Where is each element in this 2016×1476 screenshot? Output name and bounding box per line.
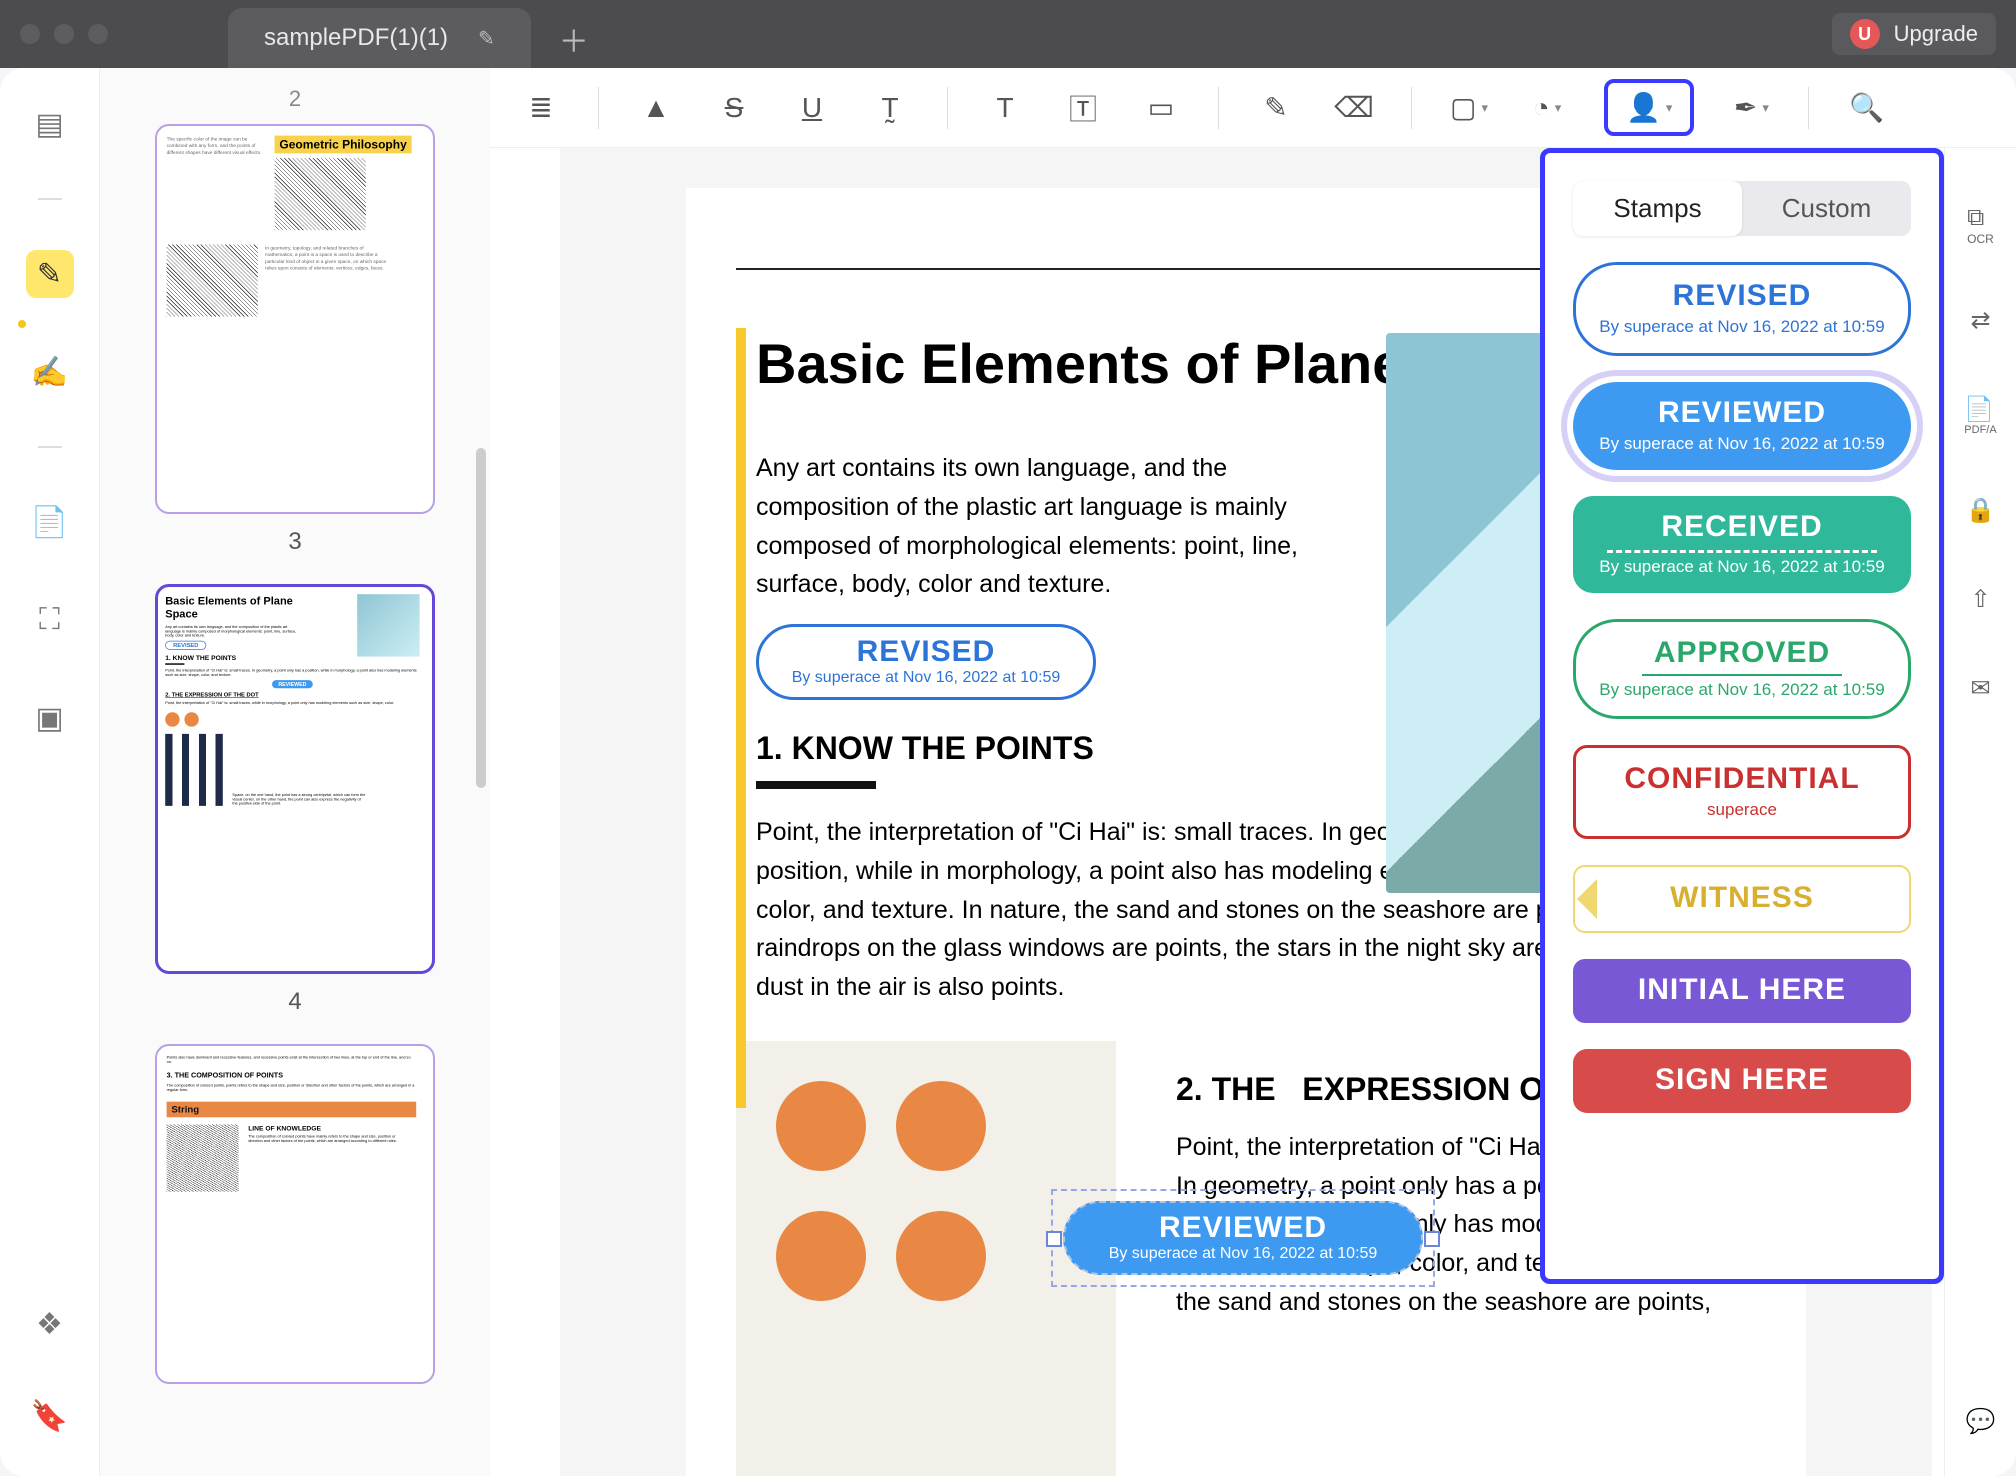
thumbnail-page-2[interactable]: The specific color of the image can be c… — [155, 124, 435, 514]
stamp-option-reviewed[interactable]: REVIEWED By superace at Nov 16, 2022 at … — [1573, 382, 1911, 470]
user-avatar: U — [1850, 19, 1880, 49]
right-sidebar: ⧉OCR ⇄ 📄PDF/A 🔒 ⇧ ✉ 💬 — [1944, 148, 2016, 1476]
shape-tool-icon[interactable]: ▢▾ — [1448, 87, 1490, 129]
ocr-icon[interactable]: ⧉OCR — [1967, 204, 1994, 246]
stamp-tool-button[interactable]: 👤▾ — [1604, 79, 1694, 136]
strikethrough-tool-icon[interactable]: S — [713, 87, 755, 129]
reviewed-stamp-on-page: REVIEWED By superace at Nov 16, 2022 at … — [1063, 1201, 1423, 1275]
stamp-option-approved[interactable]: APPROVED By superace at Nov 16, 2022 at … — [1573, 619, 1911, 719]
stamp-option-confidential[interactable]: CONFIDENTIAL superace — [1573, 745, 1911, 839]
stamp-option-revised[interactable]: REVISED By superace at Nov 16, 2022 at 1… — [1573, 262, 1911, 356]
protect-icon[interactable]: 🔒 — [1966, 496, 1996, 525]
convert-icon[interactable]: ⇄ — [1970, 306, 1990, 335]
share-icon[interactable]: ⇧ — [1970, 585, 1990, 614]
page-number-3: 3 — [118, 528, 472, 556]
document-tab[interactable]: samplePDF(1)(1) ✎ — [228, 8, 531, 68]
minimize-window[interactable] — [54, 24, 74, 44]
signature-tool-icon[interactable]: ✒▾ — [1730, 87, 1772, 129]
search-icon[interactable]: 🔍 — [1845, 87, 1887, 129]
upgrade-label: Upgrade — [1894, 21, 1978, 47]
highlight-tool-icon[interactable]: ✎ — [26, 250, 74, 298]
bookmark-icon[interactable]: 🔖 — [26, 1392, 74, 1440]
pdfa-icon[interactable]: 📄PDF/A — [1964, 395, 1996, 436]
thumbnail-page-4[interactable]: Points also have dominant and recessive … — [155, 1044, 435, 1384]
callout-tool-icon[interactable]: ▭ — [1140, 87, 1182, 129]
reviewed-stamp-selection[interactable]: REVIEWED By superace at Nov 16, 2022 at … — [1051, 1189, 1435, 1287]
stamp-option-initial-here[interactable]: INITIAL HERE — [1573, 959, 1911, 1023]
titlebar: samplePDF(1)(1) ✎ ＋ U Upgrade — [0, 0, 2016, 68]
crop-tool-icon[interactable]: ⛶ — [26, 596, 74, 644]
left-sidebar: ▤ ✎ ✍ 📄 ⛶ ▣ ❖ 🔖 — [0, 68, 100, 1476]
page-number-2: 2 — [118, 86, 472, 112]
redact-tool-icon[interactable]: ▣ — [26, 694, 74, 742]
measure-tool-icon[interactable]: ◔▾ — [1526, 87, 1568, 129]
tab-title: samplePDF(1)(1) — [264, 24, 448, 52]
stamp-option-received[interactable]: RECEIVED By superace at Nov 16, 2022 at … — [1573, 496, 1911, 593]
stamp-option-witness[interactable]: WITNESS — [1573, 865, 1911, 933]
accent-bar — [736, 328, 746, 1108]
thumbnail-page-3[interactable]: Basic Elements of Plane Space Any art co… — [155, 584, 435, 974]
stamps-popover: Stamps Custom REVISED By superace at Nov… — [1540, 148, 1944, 1284]
page-number-4: 4 — [118, 988, 472, 1016]
maximize-window[interactable] — [88, 24, 108, 44]
email-icon[interactable]: ✉ — [1970, 674, 1990, 703]
text-tool-icon[interactable]: T — [984, 87, 1026, 129]
intro-paragraph: Any art contains its own language, and t… — [756, 449, 1316, 604]
underline-tool-icon[interactable]: U — [791, 87, 833, 129]
upgrade-button[interactable]: U Upgrade — [1832, 13, 1996, 55]
thumbnails-panel: 2 The specific color of the image can be… — [100, 68, 490, 1476]
stamp-option-sign-here[interactable]: SIGN HERE — [1573, 1049, 1911, 1113]
highlighter-tool-icon[interactable]: ▲ — [635, 87, 677, 129]
edit-tool-icon[interactable]: ✍ — [26, 348, 74, 396]
revised-stamp-on-page[interactable]: REVISED By superace at Nov 16, 2022 at 1… — [756, 624, 1096, 700]
comments-icon[interactable]: 💬 — [1966, 1407, 1996, 1436]
new-tab-button[interactable]: ＋ — [559, 17, 589, 61]
layers-icon[interactable]: ❖ — [26, 1300, 74, 1348]
squiggly-tool-icon[interactable]: T̰ — [869, 87, 911, 129]
thumbnails-icon[interactable]: ▤ — [26, 100, 74, 148]
thumbnails-scrollbar[interactable] — [476, 448, 486, 788]
note-tool-icon[interactable]: ≣ — [520, 87, 562, 129]
textbox-tool-icon[interactable]: 🅃 — [1062, 87, 1104, 129]
active-indicator-dot — [18, 320, 26, 328]
close-window[interactable] — [20, 24, 40, 44]
custom-tab[interactable]: Custom — [1742, 181, 1911, 236]
eraser-tool-icon[interactable]: ⌫ — [1333, 87, 1375, 129]
stamps-tab[interactable]: Stamps — [1573, 181, 1742, 236]
rename-tab-icon[interactable]: ✎ — [478, 26, 495, 51]
page-tool-icon[interactable]: 📄 — [26, 498, 74, 546]
annotation-toolbar: ≣ ▲ S U T̰ T 🅃 ▭ ✎ ⌫ ▢▾ ◔▾ 👤▾ ✒▾ 🔍 — [490, 68, 2016, 148]
pen-tool-icon[interactable]: ✎ — [1255, 87, 1297, 129]
